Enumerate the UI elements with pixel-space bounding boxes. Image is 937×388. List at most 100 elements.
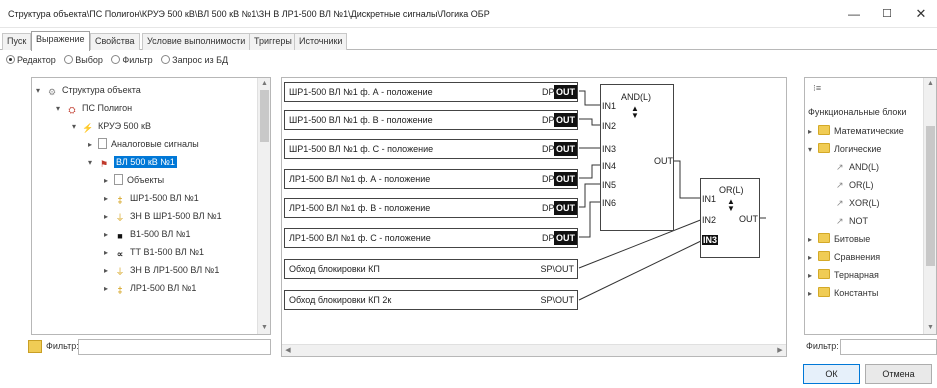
or-input-pin-selected[interactable]: IN3 (702, 235, 719, 245)
scroll-right-icon[interactable]: ▶ (774, 345, 786, 356)
expand-icon[interactable]: ▸ (104, 244, 114, 262)
fb-item-and[interactable]: ↗ AND(L) (836, 158, 879, 176)
close-button[interactable]: ✕ (906, 4, 936, 24)
expand-icon[interactable]: ▸ (808, 123, 818, 141)
tab-expression[interactable]: Выражение (31, 31, 90, 51)
tab-properties[interactable]: Свойства (90, 33, 140, 50)
and-input-pin[interactable]: IN2 (602, 121, 616, 131)
variable-block[interactable]: ШР1-500 ВЛ №1 ф. С - положение DP\ OUT (284, 139, 578, 159)
and-block[interactable]: AND(L) ▲ ▼ IN1 IN2 IN3 IN4 IN5 IN6 OUT (600, 84, 674, 231)
variable-block[interactable]: ШР1-500 ВЛ №1 ф. В - положение DP\ OUT (284, 110, 578, 130)
fb-category-comparison[interactable]: ▸ Сравнения (808, 248, 880, 266)
tree-filter-input[interactable] (78, 339, 271, 355)
canvas-h-scrollbar[interactable]: ◀ ▶ (282, 344, 786, 356)
fb-category-constants[interactable]: ▸ Константы (808, 284, 878, 302)
variable-block[interactable]: Обход блокировки КП 2к SP\OUT (284, 290, 578, 310)
mode-editor[interactable]: Редактор (6, 55, 56, 65)
or-block[interactable]: OR(L) ▲ ▼ IN1 IN2 IN3 OUT (700, 178, 760, 258)
output-port[interactable]: OUT (554, 231, 577, 245)
expand-icon[interactable]: ▾ (72, 118, 82, 136)
scroll-left-icon[interactable]: ◀ (282, 345, 294, 356)
tree-item-substation[interactable]: ▾ ⛭ ПС Полигон (56, 99, 132, 117)
tree-item-switchgear[interactable]: ▾ ⚡ КРУЭ 500 кВ (72, 117, 151, 135)
expand-icon[interactable]: ▸ (808, 285, 818, 303)
expand-icon[interactable]: ▾ (36, 82, 46, 100)
maximize-button[interactable]: ☐ (872, 4, 902, 24)
and-output-pin[interactable]: OUT (654, 156, 673, 166)
fb-category-bitwise[interactable]: ▸ Битовые (808, 230, 870, 248)
expand-icon[interactable]: ▾ (88, 154, 98, 172)
variable-block[interactable]: ШР1-500 ВЛ №1 ф. А - положение DP\ OUT (284, 82, 578, 102)
expand-icon[interactable]: ▾ (808, 141, 818, 159)
or-input-pin[interactable]: IN1 (702, 194, 716, 204)
tab-start[interactable]: Пуск (2, 33, 32, 50)
expand-icon[interactable]: ▸ (808, 267, 818, 285)
minimize-button[interactable]: — (839, 4, 869, 24)
and-input-pin[interactable]: IN1 (602, 101, 616, 111)
mode-choice[interactable]: Выбор (64, 55, 103, 65)
and-input-pin[interactable]: IN4 (602, 161, 616, 171)
fb-category-ternary[interactable]: ▸ Тернарная (808, 266, 879, 284)
tree-item-current-transformer[interactable]: ▸ ∝ ТТ В1-500 ВЛ №1 (104, 243, 204, 261)
tree-item-disconnector-2[interactable]: ▸ ‡ ЛР1-500 ВЛ №1 (104, 279, 196, 297)
spinner-icon[interactable]: ▲ ▼ (727, 198, 735, 213)
spinner-icon[interactable]: ▲ ▼ (631, 105, 639, 120)
tree-item-objects[interactable]: ▸ Объекты (104, 171, 164, 189)
output-port[interactable]: OUT (554, 172, 577, 186)
tree-item-disconnector-1[interactable]: ▸ ‡ ШР1-500 ВЛ №1 (104, 189, 199, 207)
functional-blocks-panel[interactable]: ⁝≡ Функциональные блоки ▸ Математические … (804, 77, 937, 335)
variable-block[interactable]: ЛР1-500 ВЛ №1 ф. А - положение DP\ OUT (284, 169, 578, 189)
expand-icon[interactable]: ▸ (808, 249, 818, 267)
expand-icon[interactable]: ▸ (104, 262, 114, 280)
object-tree-panel[interactable]: ▾ ⚙ Структура объекта ▾ ⛭ ПС Полигон ▾ ⚡ КРУЭ … (31, 77, 271, 335)
and-input-pin[interactable]: IN6 (602, 198, 616, 208)
output-port[interactable]: OUT (554, 142, 577, 156)
expand-icon[interactable]: ▸ (104, 226, 114, 244)
output-port[interactable]: OUT (554, 113, 577, 127)
scroll-up-icon[interactable]: ▲ (924, 79, 936, 89)
expand-icon[interactable]: ▸ (808, 231, 818, 249)
variable-block[interactable]: ЛР1-500 ВЛ №1 ф. В - положение DP\ OUT (284, 198, 578, 218)
expand-icon[interactable]: ▸ (104, 208, 114, 226)
scroll-down-icon[interactable]: ▼ (924, 323, 936, 333)
logic-canvas[interactable]: ШР1-500 ВЛ №1 ф. А - положение DP\ OUT Ш… (281, 77, 787, 357)
tree-item-grounding-1[interactable]: ▸ ⏚ ЗН В ШР1-500 ВЛ №1 (104, 207, 222, 225)
fb-item-not[interactable]: ↗ NOT (836, 212, 868, 230)
scroll-down-icon[interactable]: ▼ (258, 323, 270, 333)
variable-block[interactable]: ЛР1-500 ВЛ №1 ф. С - положение DP\ OUT (284, 228, 578, 248)
output-port[interactable]: OUT (554, 85, 577, 99)
tree-item-structure[interactable]: ▾ ⚙ Структура объекта (36, 81, 141, 99)
scrollbar-thumb[interactable] (260, 90, 269, 142)
functional-blocks-scrollbar[interactable]: ▲ ▼ (923, 78, 936, 334)
cancel-button[interactable]: Отмена (865, 364, 932, 384)
expand-icon[interactable]: ▸ (104, 172, 114, 190)
tree-scrollbar[interactable]: ▲ ▼ (257, 78, 270, 334)
tab-condition[interactable]: Условие выполнимости (142, 33, 251, 50)
or-output-pin[interactable]: OUT (739, 214, 758, 224)
tab-sources[interactable]: Источники (294, 33, 348, 50)
tree-item-grounding-2[interactable]: ▸ ⏚ ЗН В ЛР1-500 ВЛ №1 (104, 261, 219, 279)
ok-button[interactable]: ОК (803, 364, 860, 384)
sort-icon[interactable]: ⁝≡ (813, 83, 821, 94)
expand-icon[interactable]: ▸ (104, 280, 114, 298)
output-port[interactable]: OUT (554, 201, 577, 215)
tree-item-analog[interactable]: ▸ Аналоговые сигналы (88, 135, 199, 153)
scrollbar-thumb[interactable] (926, 126, 935, 266)
and-input-pin[interactable]: IN5 (602, 180, 616, 190)
fb-item-or[interactable]: ↗ OR(L) (836, 176, 874, 194)
expand-icon[interactable]: ▸ (88, 136, 98, 154)
or-input-pin[interactable]: IN2 (702, 215, 716, 225)
fb-category-logic[interactable]: ▾ Логические (808, 140, 881, 158)
scroll-up-icon[interactable]: ▲ (258, 79, 270, 89)
tree-item-line-500[interactable]: ▾ ⚑ ВЛ 500 кВ №1 (88, 153, 177, 171)
fb-category-math[interactable]: ▸ Математические (808, 122, 904, 140)
mode-db-query[interactable]: Запрос из БД (161, 55, 228, 65)
variable-block[interactable]: Обход блокировки КП SP\OUT (284, 259, 578, 279)
mode-filter[interactable]: Фильтр (111, 55, 153, 65)
tab-triggers[interactable]: Триггеры (249, 33, 297, 50)
fb-item-xor[interactable]: ↗ XOR(L) (836, 194, 880, 212)
expand-icon[interactable]: ▸ (104, 190, 114, 208)
expand-icon[interactable]: ▾ (56, 100, 66, 118)
tree-item-breaker[interactable]: ▸ ■ В1-500 ВЛ №1 (104, 225, 191, 243)
functional-blocks-filter-input[interactable] (840, 339, 937, 355)
